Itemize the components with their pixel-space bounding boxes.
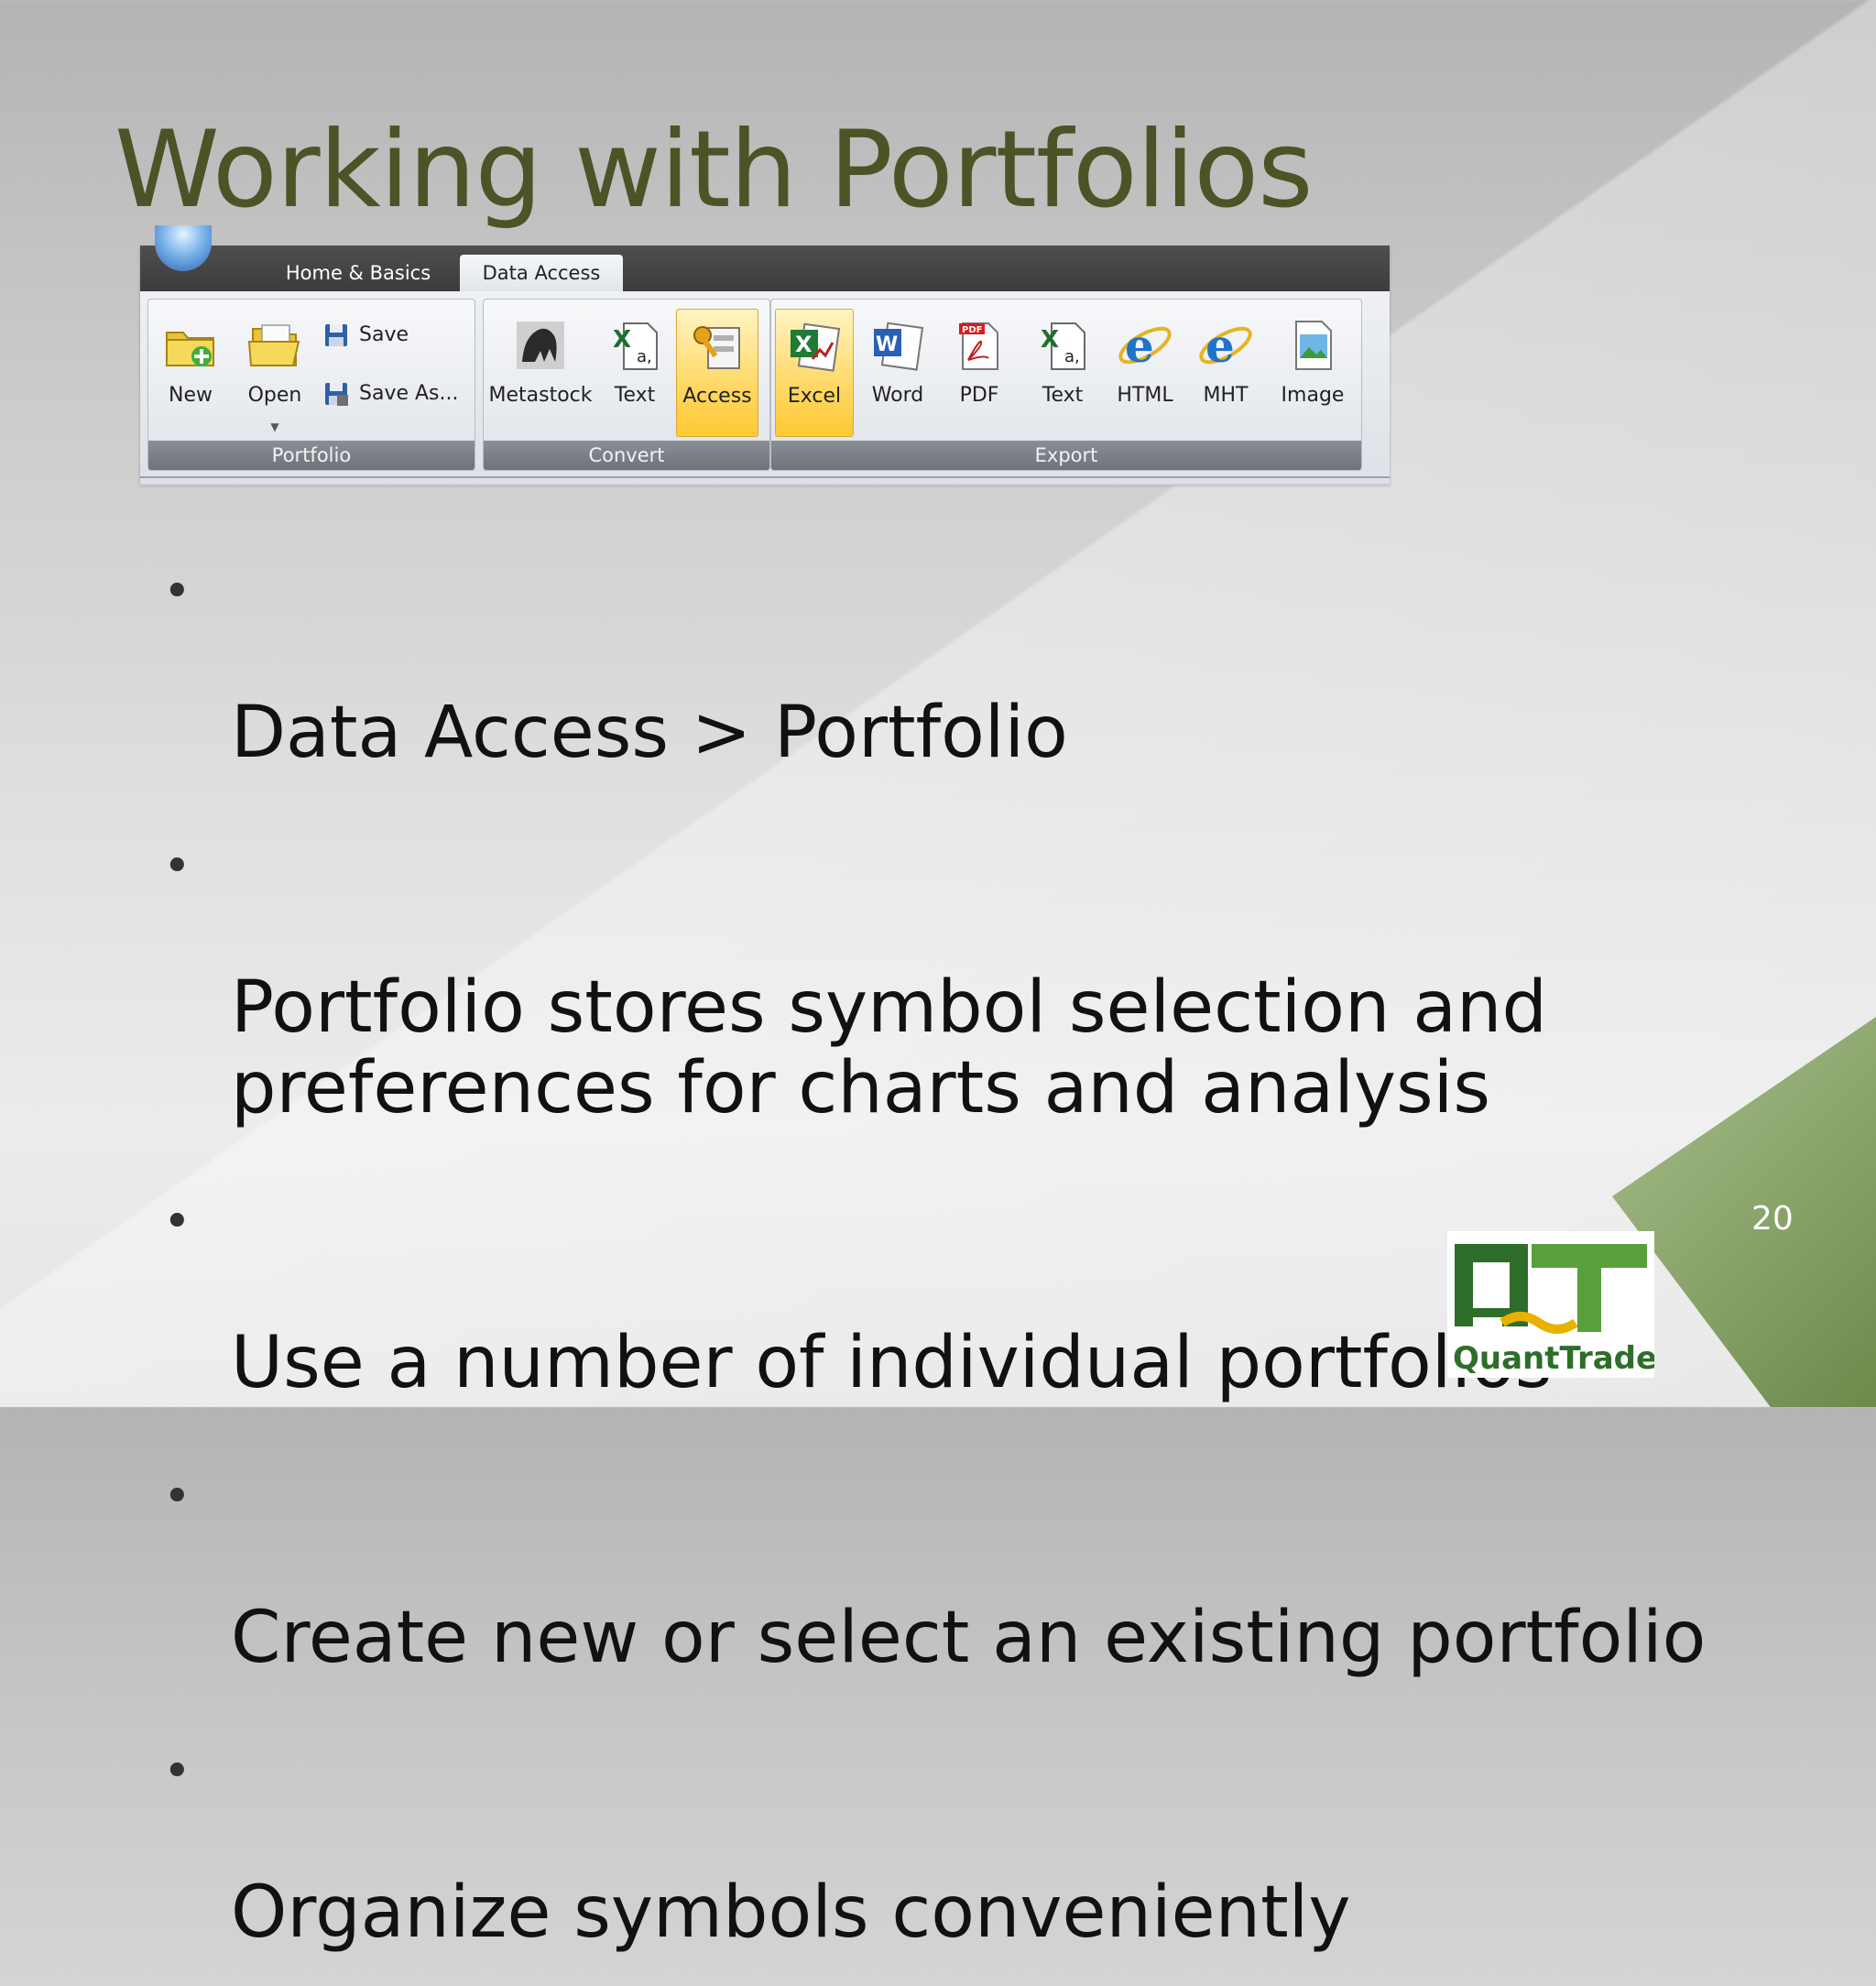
bullet-text: Create new or select an existing portfol… xyxy=(231,1597,1707,1679)
metastock-label: Metastock xyxy=(488,384,593,407)
portfolio-group-label: Portfolio xyxy=(148,441,474,470)
svg-text:W: W xyxy=(876,333,898,356)
quanttrade-logo: QuantTrade xyxy=(1447,1231,1657,1378)
word-button[interactable]: W Word xyxy=(859,309,936,437)
mht-label: MHT xyxy=(1203,384,1249,407)
ribbon-screenshot: Home & Basics Data Access New Open ▼ Sav… xyxy=(140,225,1390,484)
save-as-label: Save As... xyxy=(359,382,459,405)
ribbon-tab-bar: Home & Basics Data Access xyxy=(140,225,1390,291)
internet-explorer-icon: e xyxy=(1118,319,1172,373)
word-label: Word xyxy=(871,384,924,407)
bull-icon xyxy=(517,322,564,369)
html-label: HTML xyxy=(1117,384,1173,407)
export-text-label: Text xyxy=(1042,384,1084,407)
text-file-icon: X a, xyxy=(1041,322,1085,370)
convert-group-label: Convert xyxy=(484,441,769,470)
mht-button[interactable]: e MHT xyxy=(1187,309,1264,437)
bullet-item: • Portfolio stores symbol selection and … xyxy=(156,806,1805,1129)
export-group: X Excel W Word PDF PDF X a, Text e HTML … xyxy=(770,299,1362,471)
convert-group: Metastock X a, Text Access Convert xyxy=(483,299,770,471)
internet-explorer-icon: e xyxy=(1199,319,1252,373)
tab-home-basics[interactable]: Home & Basics xyxy=(257,255,459,291)
page-number: 20 xyxy=(1751,1200,1794,1238)
bullet-text: Data Access > Portfolio xyxy=(231,692,1068,774)
svg-text:a,: a, xyxy=(637,347,652,366)
open-label: Open xyxy=(247,384,302,407)
pdf-label: PDF xyxy=(959,384,999,407)
portfolio-group: New Open ▼ Save Save As... Portfolio xyxy=(147,299,475,471)
quanttrade-logo-icon: QuantTrade xyxy=(1453,1244,1657,1377)
svg-text:PDF: PDF xyxy=(962,325,982,335)
excel-button[interactable]: X Excel xyxy=(775,309,854,437)
access-label: Access xyxy=(682,385,752,408)
excel-icon: X xyxy=(791,322,841,372)
bullet-text: Portfolio stores symbol selection and pr… xyxy=(231,966,1547,1129)
excel-label: Excel xyxy=(787,385,842,408)
access-database-icon xyxy=(693,326,740,369)
bullet-glyph: • xyxy=(163,1469,191,1524)
open-button[interactable]: Open ▼ xyxy=(236,309,313,437)
svg-text:X: X xyxy=(613,326,631,354)
export-text-button[interactable]: X a, Text xyxy=(1022,309,1103,437)
save-label: Save xyxy=(359,323,409,346)
bullet-item: • Create new or select an existing portf… xyxy=(156,1436,1805,1678)
svg-text:a,: a, xyxy=(1064,347,1080,366)
bullet-item: • Organize symbols conveniently xyxy=(156,1711,1805,1953)
svg-text:e: e xyxy=(1125,319,1154,373)
pdf-icon: PDF xyxy=(959,322,998,370)
floppy-disk-save-as-icon xyxy=(325,383,348,406)
bullet-text: Organize symbols conveniently xyxy=(231,1871,1351,1954)
word-icon: W xyxy=(874,322,924,371)
app-orb-icon[interactable] xyxy=(155,225,212,271)
new-button[interactable]: New xyxy=(154,309,227,437)
bullet-text: Use a number of individual portfolios xyxy=(231,1322,1553,1404)
tab-data-access[interactable]: Data Access xyxy=(460,255,623,291)
save-button[interactable]: Save xyxy=(322,316,409,355)
floppy-disk-icon xyxy=(325,324,347,346)
ribbon-body: New Open ▼ Save Save As... Portfolio Met… xyxy=(140,291,1390,484)
new-folder-icon xyxy=(166,332,214,366)
image-file-icon xyxy=(1295,321,1332,370)
logo-brand-text: QuantTrade xyxy=(1453,1340,1654,1377)
svg-text:X: X xyxy=(1041,326,1059,354)
export-group-label: Export xyxy=(771,441,1361,470)
bullet-glyph: • xyxy=(163,564,191,619)
convert-text-button[interactable]: X a, Text xyxy=(597,309,672,437)
text-file-icon: X a, xyxy=(613,322,658,370)
access-button[interactable]: Access xyxy=(676,309,758,437)
save-as-button[interactable]: Save As... xyxy=(322,375,459,413)
chevron-down-icon[interactable]: ▼ xyxy=(270,420,278,433)
ribbon-bottom-border xyxy=(140,476,1390,486)
new-label: New xyxy=(169,384,213,407)
image-label: Image xyxy=(1281,384,1345,407)
bullet-glyph: • xyxy=(163,1744,191,1799)
metastock-button[interactable]: Metastock xyxy=(487,309,594,437)
pdf-button[interactable]: PDF PDF xyxy=(940,309,1019,437)
convert-text-label: Text xyxy=(614,384,656,407)
svg-text:e: e xyxy=(1205,319,1235,373)
html-button[interactable]: e HTML xyxy=(1107,309,1183,437)
bullet-glyph: • xyxy=(163,839,191,894)
bullet-glyph: • xyxy=(163,1195,191,1249)
image-button[interactable]: Image xyxy=(1270,309,1356,437)
open-folder-icon xyxy=(247,324,300,366)
svg-text:X: X xyxy=(795,332,813,357)
bullet-item: • Data Access > Portfolio xyxy=(156,531,1805,773)
slide-title: Working with Portfolios xyxy=(115,108,1314,232)
